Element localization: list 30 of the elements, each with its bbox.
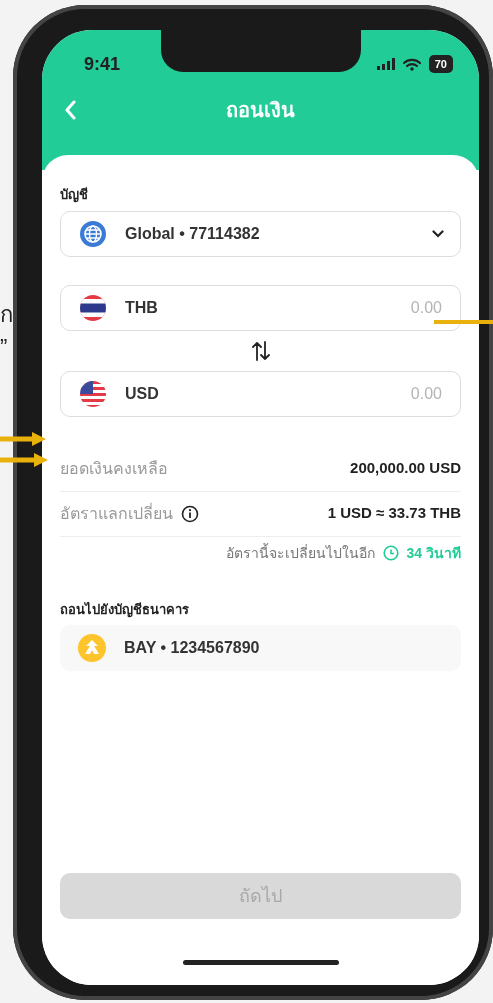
bank-account[interactable]: BAY • 1234567890 <box>60 625 461 671</box>
annotation-text: ก <box>0 304 13 326</box>
bank-logo-icon <box>78 634 106 662</box>
us-flag-icon <box>79 379 107 408</box>
amount-field[interactable]: USD 0.00 <box>60 370 461 417</box>
wifi-icon <box>402 57 421 71</box>
amount-input[interactable]: 0.00 <box>175 294 444 321</box>
countdown-time: 34 วินาที <box>406 543 461 563</box>
battery-level: 70 <box>428 54 453 74</box>
annotation-text: ” <box>0 336 8 358</box>
countdown-text: อัตรานี้จะเปลี่ยนไปในอีก <box>225 542 375 563</box>
pointer-arrow <box>0 453 48 467</box>
globe-icon <box>79 219 107 248</box>
clock-icon <box>382 545 399 561</box>
detail-value: 200,000.00 USD <box>350 458 461 479</box>
thai-flag-icon <box>79 293 107 322</box>
chevron-down-icon <box>432 229 444 238</box>
detail-value: 1 USD ≈ 33.73 THB <box>327 503 461 524</box>
pointer-arrow <box>0 432 46 446</box>
bank-label: ถอนไปยังบัญชีธนาคาร <box>60 600 190 619</box>
account-label: บัญชี <box>60 186 89 205</box>
account-select[interactable]: Global • 77114382 <box>60 210 461 257</box>
amount-field[interactable]: THB 0.00 <box>60 284 461 331</box>
signal-icon <box>376 58 395 70</box>
status-time: 9:41 <box>84 52 121 76</box>
detail-label: ยอดเงินคงเหลือ <box>60 458 168 479</box>
swap-icon[interactable] <box>251 339 270 362</box>
detail-label: อัตราแลกเปลี่ยน <box>60 502 173 524</box>
screen-title: ถอนเงิน <box>226 98 295 123</box>
amount-input[interactable]: 0.00 <box>176 380 444 407</box>
